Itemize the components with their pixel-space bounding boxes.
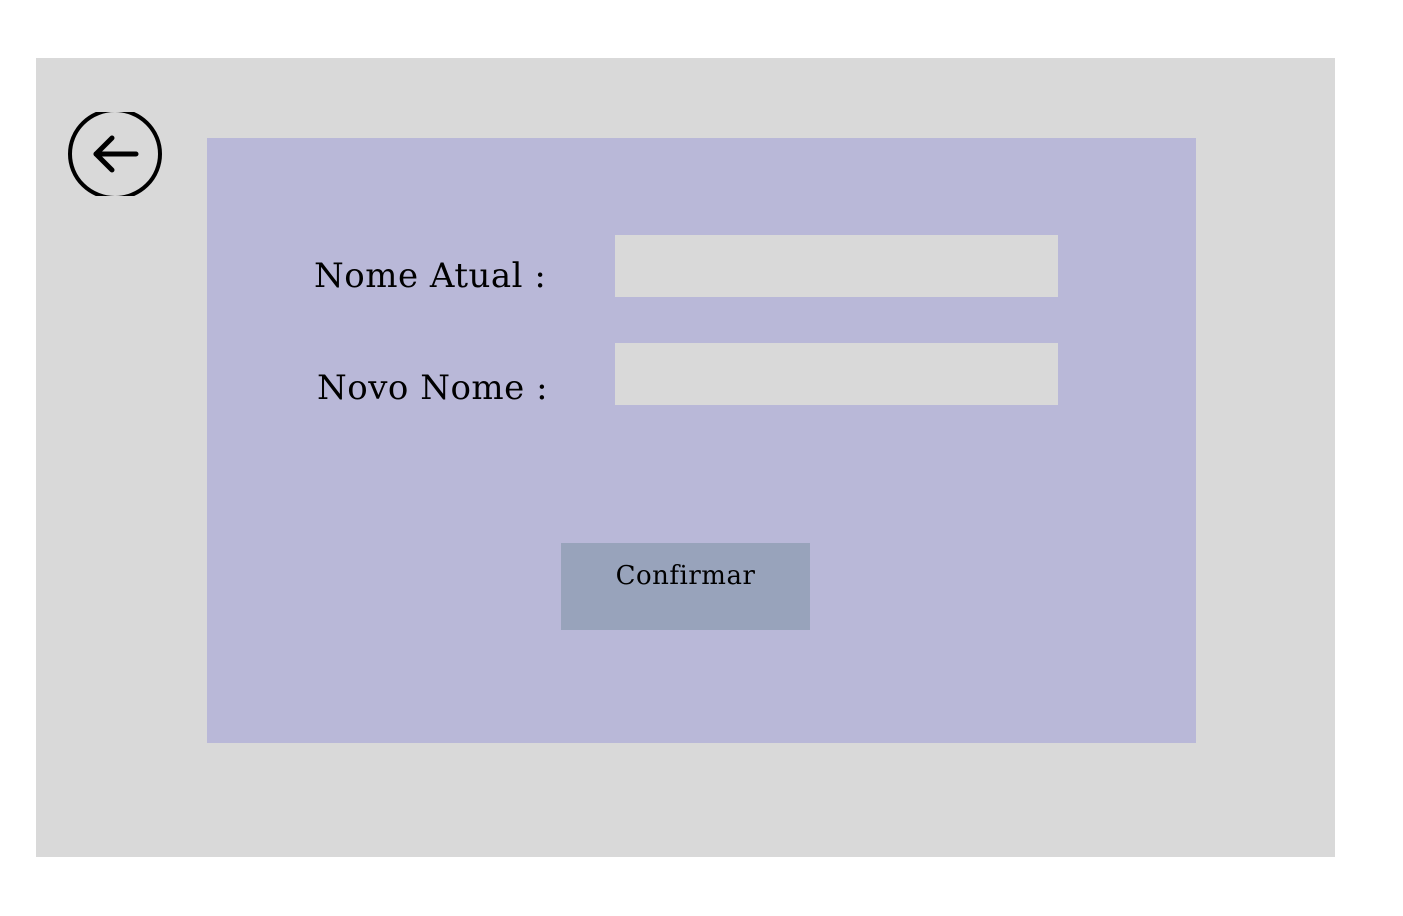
confirm-button[interactable]: Confirmar [561, 543, 810, 630]
current-name-input[interactable] [615, 235, 1058, 297]
confirm-button-label: Confirmar [615, 561, 756, 591]
new-name-label: Novo Nome : [317, 368, 549, 408]
new-name-input[interactable] [615, 343, 1058, 405]
back-button[interactable] [68, 112, 162, 196]
arrow-left-circle-icon [68, 112, 162, 196]
rename-panel [207, 138, 1196, 743]
current-name-label: Nome Atual : [314, 256, 547, 296]
